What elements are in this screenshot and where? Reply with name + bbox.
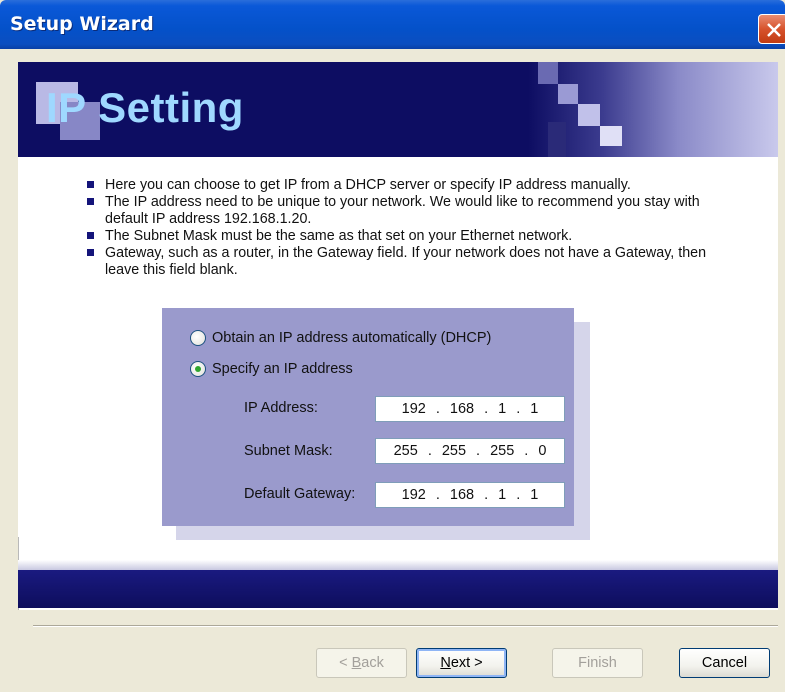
next-button[interactable]: Next > [416,648,507,678]
list-item: The IP address need to be unique to your… [87,194,737,228]
finish-button[interactable]: Finish [552,648,643,678]
list-item: The Subnet Mask must be the same as that… [87,228,737,245]
dhcp-radio[interactable] [190,330,206,346]
divider [33,625,778,627]
banner-pixel [558,84,578,104]
list-item: Here you can choose to get IP from a DHC… [87,177,737,194]
banner-pixel [578,104,600,126]
title-bar: Setup Wizard [0,0,785,49]
info-list: Here you can choose to get IP from a DHC… [87,177,737,279]
cancel-button[interactable]: Cancel [679,648,770,678]
dhcp-label: Obtain an IP address automatically (DHCP… [212,330,492,346]
subnet-mask-field[interactable]: 255. 255. 255. 0 [375,438,565,464]
ip-address-label: IP Address: [244,400,318,416]
gateway-field[interactable]: 192. 168. 1. 1 [375,482,565,508]
banner-pixel [548,122,566,157]
gateway-label: Default Gateway: [244,486,356,502]
back-button[interactable]: < Back [316,648,407,678]
close-icon [767,23,781,37]
list-item: Gateway, such as a router, in the Gatewa… [87,245,737,279]
page-title: IP Setting [46,84,244,131]
subnet-mask-label: Subnet Mask: [244,443,333,459]
bullet-icon [87,232,94,239]
banner-pixel [600,126,622,146]
ip-address-field[interactable]: 192. 168. 1. 1 [375,396,565,422]
bullet-icon [87,181,94,188]
footer-band [18,560,778,608]
banner: IP Setting [18,62,778,157]
dhcp-option[interactable]: Obtain an IP address automatically (DHCP… [190,330,491,346]
bullet-icon [87,249,94,256]
static-ip-radio[interactable] [190,361,206,377]
static-ip-option[interactable]: Specify an IP address [190,361,353,377]
close-button[interactable] [758,14,785,44]
window-title: Setup Wizard [10,13,154,35]
banner-pixel [538,62,558,84]
bullet-icon [87,198,94,205]
static-ip-label: Specify an IP address [212,361,353,377]
